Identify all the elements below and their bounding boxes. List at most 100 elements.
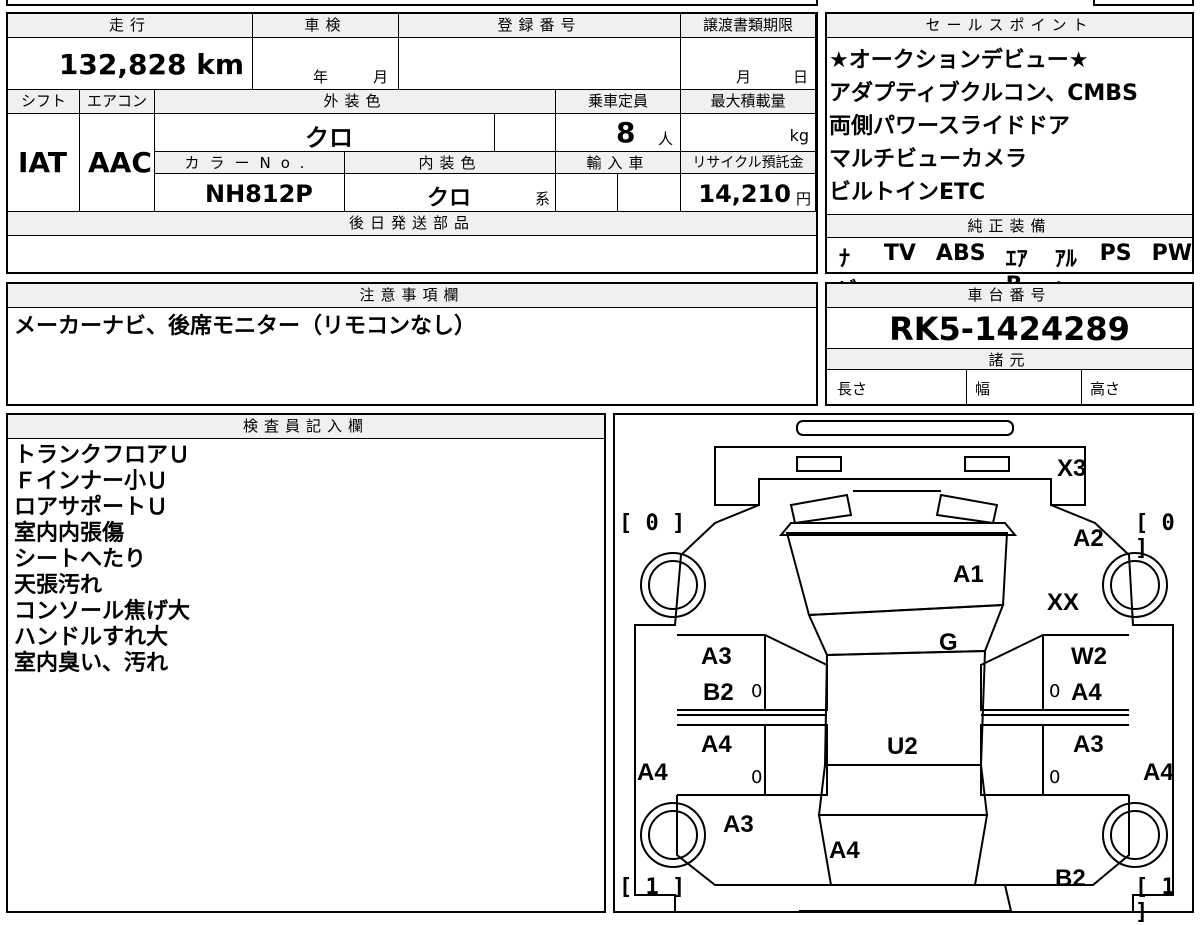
tire-front-right: [ 1 ]: [1135, 875, 1175, 925]
shift-header: シフト: [8, 90, 80, 114]
shaken-value-cell: 年 月: [253, 38, 399, 90]
deadline-value-cell: 月 日: [681, 38, 816, 90]
sales-point-item: ★オークションデビュー★: [829, 48, 1089, 73]
deadline-header: 譲渡書類期限: [681, 14, 816, 38]
inspector-line: コンソール焦げ大: [14, 599, 191, 624]
specs-header: 諸元: [827, 348, 1192, 370]
tire-front-left: [ 1 ]: [619, 875, 686, 900]
inspector-line: 室内内張傷: [14, 521, 125, 546]
length-label: 長さ: [837, 380, 868, 398]
damage-mark-right-rear-door: W2: [1071, 643, 1107, 670]
capacity-value-cell: 8 人: [556, 114, 681, 152]
shift-value-cell: IAT: [8, 114, 80, 212]
capacity-header: 乗車定員: [556, 90, 681, 114]
mileage-value: 132,828 km: [58, 48, 244, 81]
recycle-value-cell: 14,210 円: [681, 174, 816, 212]
notes-text: メーカーナビ、後席モニター（リモコンなし）: [14, 314, 477, 339]
interior-suffix: 系: [535, 190, 551, 208]
width-label: 幅: [975, 380, 991, 398]
max-load-value-cell: kg: [681, 114, 816, 152]
inspector-line: Ｆインナー小Ｕ: [14, 469, 169, 494]
notes-box: 注意事項欄 メーカーナビ、後席モニター（リモコンなし）: [6, 282, 818, 406]
damage-mark-roof: U2: [887, 733, 918, 760]
import-value-cell: [556, 174, 618, 212]
import-value-cell2: [618, 174, 681, 212]
aircon-header: エアコン: [80, 90, 155, 114]
damage-mark-left-front-fender: A3: [723, 811, 754, 838]
damage-mark-a1: A1: [953, 561, 984, 588]
registration-value-cell: [399, 38, 681, 90]
exterior-color-header: 外装色: [155, 90, 556, 114]
width-cell: 幅: [967, 370, 1082, 404]
interior-color-value: クロ: [427, 186, 472, 211]
inspector-line: トランクフロアＵ: [14, 443, 191, 468]
chassis-header: 車台番号: [827, 284, 1192, 308]
recycle-header: リサイクル預託金: [681, 152, 816, 174]
top-strip: [6, 0, 818, 6]
damage-mark-right-front-door: A3: [1073, 731, 1104, 758]
inspector-notes: トランクフロアＵ Ｆインナー小Ｕ ロアサポートＵ 室内内張傷 シートへたり 天張…: [14, 443, 190, 677]
recycle-unit: 円: [795, 190, 811, 208]
shaken-year: 年: [313, 68, 329, 86]
color-no-value-cell: NH812P: [155, 174, 345, 212]
chassis-box: 車台番号 RK5-1424289 諸元 長さ 幅 高さ: [825, 282, 1194, 406]
sales-points-box: セールスポイント ★オークションデビュー★ アダプティブクルコン、CMBS 両側…: [825, 12, 1194, 304]
aircon-value-cell: AAC: [80, 114, 155, 212]
sales-points-list: ★オークションデビュー★ アダプティブクルコン、CMBS 両側パワースライドドア…: [829, 44, 1138, 209]
zero-mark: 0: [1049, 681, 1061, 702]
inspector-line: 室内臭い、汚れ: [14, 651, 169, 676]
interior-color-value-cell: クロ 系: [345, 174, 556, 212]
load-unit: kg: [789, 126, 809, 145]
damage-mark-hood: A4: [829, 837, 860, 864]
interior-color-header: 内装色: [345, 152, 556, 174]
damage-mark-right-rear-door-2: A4: [1071, 679, 1102, 706]
damage-mark-left-rear-door-2: B2: [703, 679, 734, 706]
inspector-line: ロアサポートＵ: [14, 495, 169, 520]
chassis-number: RK5-1424289: [889, 310, 1130, 348]
deadline-month: 月: [736, 68, 752, 86]
sales-points-header: セールスポイント: [827, 14, 1192, 38]
notes-header: 注意事項欄: [8, 284, 816, 308]
height-cell: 高さ: [1082, 370, 1192, 404]
inspector-line: 天張汚れ: [14, 573, 103, 598]
sales-point-item: アダプティブクルコン、CMBS: [829, 81, 1138, 106]
inspector-header: 検査員記入欄: [8, 415, 604, 439]
import-header: 輸入車: [556, 152, 681, 174]
inspector-line: シートへたり: [14, 547, 147, 572]
exterior-color-value: クロ: [305, 124, 353, 152]
damage-mark-right-side: A4: [1143, 759, 1174, 786]
damage-mark-g: G: [939, 629, 958, 656]
exterior-color-extra-cell: [495, 114, 556, 152]
zero-mark: 0: [751, 767, 763, 788]
mileage-value-cell: 132,828 km: [8, 38, 253, 90]
sales-point-item: ビルトインETC: [829, 180, 986, 205]
registration-header: 登録番号: [399, 14, 681, 38]
tire-rear-left: [ 0 ]: [619, 511, 686, 536]
shift-value: IAT: [18, 146, 68, 179]
aircon-value: AAC: [88, 146, 152, 179]
deadline-day: 日: [793, 68, 809, 86]
shaken-header: 車検: [253, 14, 399, 38]
max-load-header: 最大積載量: [681, 90, 816, 114]
damage-mark-right-front-fender: B2: [1055, 865, 1086, 892]
recycle-value: 14,210: [698, 180, 791, 208]
inspector-box: 検査員記入欄 トランクフロアＵ Ｆインナー小Ｕ ロアサポートＵ 室内内張傷 シー…: [6, 413, 606, 913]
tire-rear-right: [ 0 ]: [1135, 511, 1175, 561]
later-parts-header: 後日発送部品: [8, 212, 816, 236]
sales-point-item: 両側パワースライドドア: [829, 114, 1070, 139]
capacity-unit: 人: [658, 130, 674, 148]
damage-mark-xx: XX: [1047, 589, 1080, 616]
equipment-header: 純正装備: [827, 214, 1192, 238]
length-cell: 長さ: [827, 370, 967, 404]
damage-mark-a2: A2: [1073, 525, 1104, 552]
capacity-value: 8: [616, 116, 636, 149]
color-no-header: カラーNo.: [155, 152, 345, 174]
damage-mark-left-front-door: A4: [701, 731, 732, 758]
zero-mark: 0: [1049, 767, 1061, 788]
color-no-value: NH812P: [205, 180, 313, 208]
damage-mark-left-side: A4: [637, 759, 668, 786]
mileage-header: 走行: [8, 14, 253, 38]
zero-mark: 0: [751, 681, 763, 702]
damage-mark-rear: X3: [1057, 455, 1087, 482]
spec-table: 走行 車検 登録番号 譲渡書類期限 132,828 km 年 月 月 日 シフト…: [6, 12, 818, 274]
